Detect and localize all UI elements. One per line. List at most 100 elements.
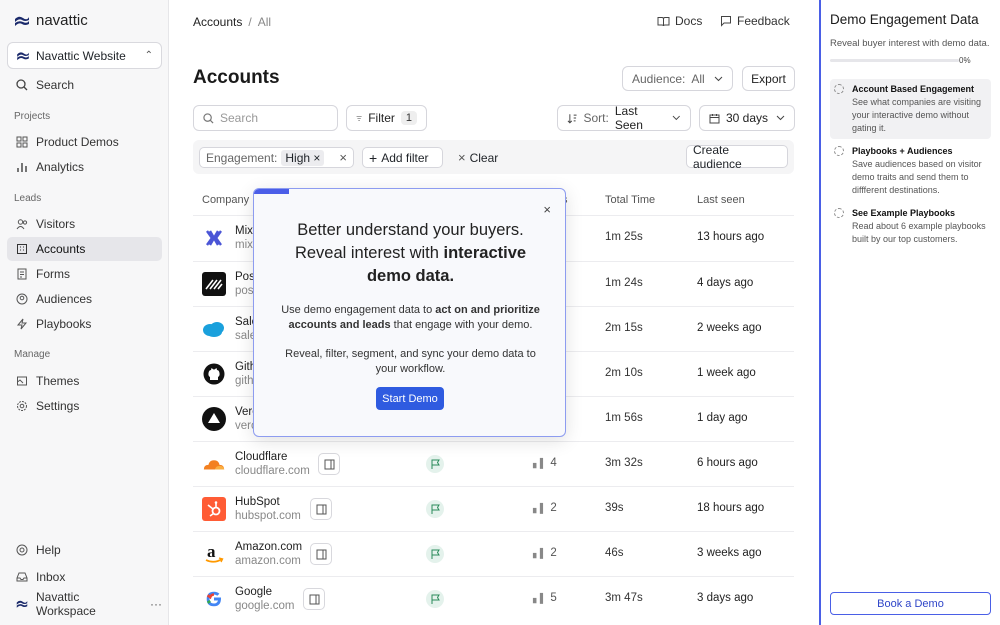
- audience-select[interactable]: Audience: All: [622, 66, 733, 91]
- step-description: Read about 6 example playbooks built by …: [852, 221, 986, 244]
- close-icon[interactable]: ×: [543, 202, 551, 217]
- help-icon: [16, 544, 28, 556]
- vercel-logo: [202, 407, 226, 431]
- table-row[interactable]: HubSpot hubspot.com ▖▌ 2 39s 18 hours ago: [193, 486, 794, 531]
- chevron-down-icon: [673, 115, 681, 121]
- add-filter-label: Add filter: [381, 150, 429, 165]
- engagement-filter-chip[interactable]: Engagement: High × ×: [199, 147, 354, 168]
- total-time: 1m 24s: [605, 277, 643, 289]
- sidebar-item-label: Help: [36, 543, 61, 557]
- filter-count-badge: 1: [400, 111, 417, 125]
- sidebar-search[interactable]: Search: [7, 73, 162, 97]
- checklist-step[interactable]: See Example Playbooks Read about 6 examp…: [830, 203, 991, 250]
- create-audience-button[interactable]: Create audience: [686, 143, 788, 171]
- audience-label: Audience:: [632, 71, 686, 86]
- column-header-last-seen[interactable]: Last seen: [697, 194, 745, 206]
- sidebar-item-inbox[interactable]: Inbox: [7, 565, 162, 589]
- bars-icon: ▖▌: [533, 457, 547, 468]
- sidebar-item-visitors[interactable]: Visitors: [7, 212, 162, 236]
- sidebar-search-label: Search: [36, 78, 75, 92]
- export-button[interactable]: Export: [742, 66, 795, 91]
- table-row[interactable]: Cloudflare cloudflare.com ▖▌ 4 3m 32s 6 h…: [193, 441, 794, 486]
- navattic-mark-icon: [17, 51, 29, 60]
- flag-icon[interactable]: [426, 590, 444, 608]
- sidebar: navattic Navattic Website ⌃ Search Proje…: [0, 0, 169, 625]
- sidebar-item-audiences[interactable]: Audiences: [7, 287, 162, 311]
- open-detail-icon[interactable]: [310, 543, 332, 565]
- feedback-link[interactable]: Feedback: [720, 14, 790, 28]
- breadcrumb-root[interactable]: Accounts: [193, 15, 242, 29]
- flag-icon[interactable]: [426, 500, 444, 518]
- total-time: 2m 10s: [605, 367, 643, 379]
- filter-button[interactable]: Filter 1: [346, 105, 427, 131]
- feedback-label: Feedback: [737, 14, 790, 28]
- hubspot-logo: [202, 497, 226, 521]
- remove-filter-icon[interactable]: ×: [339, 150, 347, 165]
- add-filter-button[interactable]: + Add filter: [362, 147, 443, 168]
- open-detail-icon[interactable]: [303, 588, 325, 610]
- company-domain: google.com: [235, 600, 295, 612]
- clear-filters-button[interactable]: × Clear: [452, 147, 504, 168]
- message-icon: [721, 16, 731, 27]
- sidebar-item-label: Playbooks: [36, 317, 92, 331]
- sidebar-item-label: Audiences: [36, 292, 93, 306]
- panel-subtitle: Reveal buyer interest with demo data.: [830, 38, 990, 49]
- sidebar-item-settings[interactable]: Settings: [7, 394, 162, 418]
- more-icon[interactable]: ···: [150, 597, 162, 611]
- modal-p1-tail: that engage with your demo.: [390, 319, 533, 331]
- workspace-select[interactable]: Navattic Website ⌃: [7, 42, 162, 69]
- remove-tag-icon[interactable]: ×: [313, 151, 320, 165]
- column-header-total-time[interactable]: Total Time: [605, 194, 655, 206]
- sidebar-item-help[interactable]: Help: [7, 538, 162, 562]
- flag-icon[interactable]: [426, 545, 444, 563]
- sidebar-item-forms[interactable]: Forms: [7, 262, 162, 286]
- sidebar-item-product-demos[interactable]: Product Demos: [7, 130, 162, 154]
- date-range-select[interactable]: 30 days: [699, 105, 795, 131]
- sidebar-item-label: Settings: [36, 399, 80, 413]
- sort-select[interactable]: Sort: Last Seen: [557, 104, 691, 132]
- search-placeholder: Search: [220, 111, 259, 125]
- flag-icon[interactable]: [426, 455, 444, 473]
- search-input[interactable]: Search: [193, 105, 338, 131]
- workspace-footer[interactable]: Navattic Workspace ···: [7, 590, 162, 618]
- modal-headline: Better understand your buyers. Reveal in…: [274, 219, 547, 288]
- start-demo-button[interactable]: Start Demo: [376, 387, 444, 410]
- sidebar-item-playbooks[interactable]: Playbooks: [7, 312, 162, 336]
- page-title: Accounts: [193, 67, 280, 88]
- panel-progress-bar: [830, 59, 959, 62]
- open-detail-icon[interactable]: [310, 498, 332, 520]
- column-header-company[interactable]: Company: [202, 194, 249, 206]
- google-logo: [202, 587, 226, 611]
- clear-label: Clear: [469, 150, 499, 165]
- step-circle-icon: [834, 208, 844, 218]
- total-time: 2m 15s: [605, 322, 643, 334]
- checklist-step[interactable]: Account Based Engagement See what compan…: [830, 79, 991, 139]
- filter-label: Filter: [368, 111, 395, 125]
- navattic-logo[interactable]: navattic: [14, 12, 88, 29]
- demo-checklist-panel: Demo Engagement Data Reveal buyer intere…: [819, 0, 1000, 625]
- salesforce-logo: [202, 317, 226, 341]
- docs-link[interactable]: Docs: [657, 14, 702, 28]
- audience-value: All: [691, 71, 705, 86]
- table-row[interactable]: Google google.com ▖▌ 5 3m 47s 3 days ago: [193, 576, 794, 621]
- breadcrumb: Accounts / All: [193, 15, 271, 29]
- step-description: See what companies are visiting your int…: [852, 97, 982, 133]
- navattic-mark-icon: [15, 16, 29, 26]
- checklist-step[interactable]: Playbooks + Audiences Save audiences bas…: [830, 141, 991, 201]
- company-name: Mix: [235, 225, 253, 237]
- total-time: 1m 56s: [605, 412, 643, 424]
- search-icon: [203, 112, 214, 124]
- mixpanel-logo: [202, 226, 226, 250]
- sidebar-item-analytics[interactable]: Analytics: [7, 155, 162, 179]
- total-time: 46s: [605, 547, 624, 559]
- sidebar-item-accounts[interactable]: Accounts: [7, 237, 162, 261]
- svg-text:a: a: [207, 543, 216, 561]
- sidebar-item-themes[interactable]: Themes: [7, 369, 162, 393]
- book-demo-button[interactable]: Book a Demo: [830, 592, 991, 615]
- table-row[interactable]: a Amazon.com amazon.com ▖▌ 2 46s 3 weeks …: [193, 531, 794, 576]
- chevron-updown-icon: ⌃: [144, 50, 153, 61]
- bar-chart-icon: [17, 163, 27, 172]
- sort-value: Last Seen: [614, 104, 643, 132]
- open-detail-icon[interactable]: [318, 453, 340, 475]
- sidebar-item-label: Inbox: [36, 570, 66, 584]
